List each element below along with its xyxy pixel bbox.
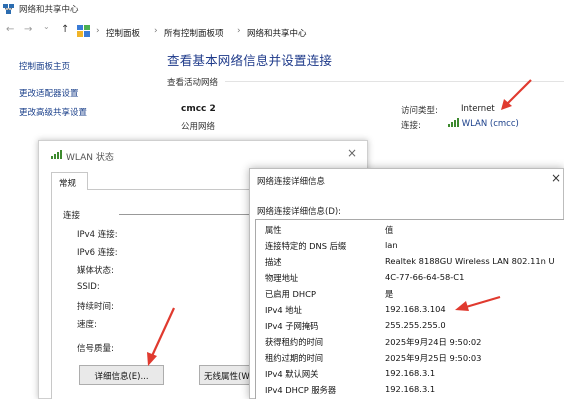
breadcrumb-separator: › [237,26,241,36]
details-button[interactable]: 详细信息(E)... [79,365,164,385]
list-item[interactable]: IPv4 默认网关 192.168.3.1 [256,367,564,381]
column-header-value[interactable]: 值 [385,224,393,236]
connection-link[interactable]: WLAN (cmcc) [448,118,519,129]
list-item[interactable]: IPv4 地址 192.168.3.104 [256,303,564,317]
section-divider [225,81,564,82]
wifi-signal-icon [448,118,459,127]
property-value: 是 [385,289,394,299]
property-value: 255.255.255.0 [385,320,446,330]
list-item[interactable]: 获得租约的时间 2025年9月24日 9:50:02 [256,335,564,349]
property-name: IPv4 DHCP 服务器 [265,385,337,395]
property-name: 租约过期的时间 [265,353,324,363]
up-icon[interactable]: ↑ [61,24,69,35]
list-item[interactable]: 租约过期的时间 2025年9月25日 9:50:03 [256,351,564,365]
sidebar-item-advanced-sharing[interactable]: 更改高级共享设置 [19,106,87,118]
column-header-property[interactable]: 属性 [265,224,282,236]
property-name: 描述 [265,257,282,267]
list-item[interactable]: 描述 Realtek 8188GU Wireless LAN 802.11n U [256,255,564,269]
media-state-label: 媒体状态: [77,266,114,276]
breadcrumb-all-items[interactable]: 所有控制面板项 [164,27,224,39]
dialog-title: WLAN 状态 [66,153,114,163]
signal-quality-label: 信号质量: [77,344,114,354]
window-title: 网络和共享中心 [19,5,79,15]
breadcrumb-network-center[interactable]: 网络和共享中心 [247,27,307,39]
access-type-value: Internet [461,104,495,114]
details-list[interactable]: 属性 值 连接特定的 DNS 后缀 lan 描述 Realtek 8188GU … [255,219,564,399]
sidebar-item-change-adapter[interactable]: 更改适配器设置 [19,87,79,99]
close-icon[interactable]: × [551,171,561,185]
list-item[interactable]: 连接特定的 DNS 后缀 lan [256,239,564,253]
annotation-arrow [501,79,532,110]
sidebar-item-control-panel-home[interactable]: 控制面板主页 [19,60,70,72]
connection-group-label: 连接 [63,211,81,221]
property-name: 连接特定的 DNS 后缀 [265,241,347,251]
page-title: 查看基本网络信息并设置连接 [167,53,333,68]
property-value: 2025年9月24日 9:50:02 [385,337,482,347]
network-name: cmcc 2 [181,104,216,114]
property-value: 4C-77-66-64-58-C1 [385,272,465,282]
list-item[interactable]: 已启用 DHCP 是 [256,287,564,301]
speed-label: 速度: [77,320,97,330]
back-icon[interactable]: ← [6,24,14,35]
list-item[interactable]: IPv4 DHCP 服务器 192.168.3.1 [256,383,564,397]
ipv6-connection-label: IPv6 连接: [77,248,118,258]
control-panel-icon [77,25,90,37]
title-bar: 网络和共享中心 [0,0,564,18]
dialog-title: 网络连接详细信息 [257,177,326,187]
network-details-dialog: 网络连接详细信息 × 网络连接详细信息(D): 属性 值 连接特定的 DNS 后… [249,168,564,399]
property-value: Realtek 8188GU Wireless LAN 802.11n U [385,256,555,266]
close-icon[interactable]: × [347,146,357,160]
breadcrumb-control-panel[interactable]: 控制面板 [106,27,140,39]
ipv4-connection-label: IPv4 连接: [77,230,118,240]
property-name: IPv4 默认网关 [265,369,319,379]
recent-dropdown-icon[interactable]: ⌄ [43,22,50,31]
breadcrumb-separator: › [154,26,158,36]
property-value: 2025年9月25日 9:50:03 [385,353,482,363]
duration-label: 持续时间: [77,302,114,312]
property-value: 192.168.3.1 [385,384,436,394]
property-name: IPv4 地址 [265,305,302,315]
property-value: 192.168.3.1 [385,368,436,378]
connection-value: WLAN (cmcc) [461,119,519,129]
property-value: 192.168.3.104 [385,304,446,314]
connection-label: 连接: [401,121,421,131]
wifi-signal-icon [51,150,62,159]
access-type-label: 访问类型: [401,106,438,116]
property-name: 获得租约的时间 [265,337,324,347]
property-name: 已启用 DHCP [265,289,316,299]
list-item[interactable]: IPv4 子网掩码 255.255.255.0 [256,319,564,333]
details-list-label: 网络连接详细信息(D): [257,207,342,217]
property-value: lan [385,240,398,250]
network-type: 公用网络 [181,122,216,132]
list-item[interactable]: 物理地址 4C-77-66-64-58-C1 [256,271,564,285]
active-networks-label: 查看活动网络 [167,78,219,88]
list-header: 属性 值 [256,223,564,237]
property-name: 物理地址 [265,273,299,283]
tab-general[interactable]: 常规 [51,172,88,190]
network-center-icon [3,4,14,14]
property-name: IPv4 子网掩码 [265,321,319,331]
ssid-label: SSID: [77,282,100,292]
breadcrumb-separator: › [96,26,100,36]
forward-icon[interactable]: → [24,24,32,35]
